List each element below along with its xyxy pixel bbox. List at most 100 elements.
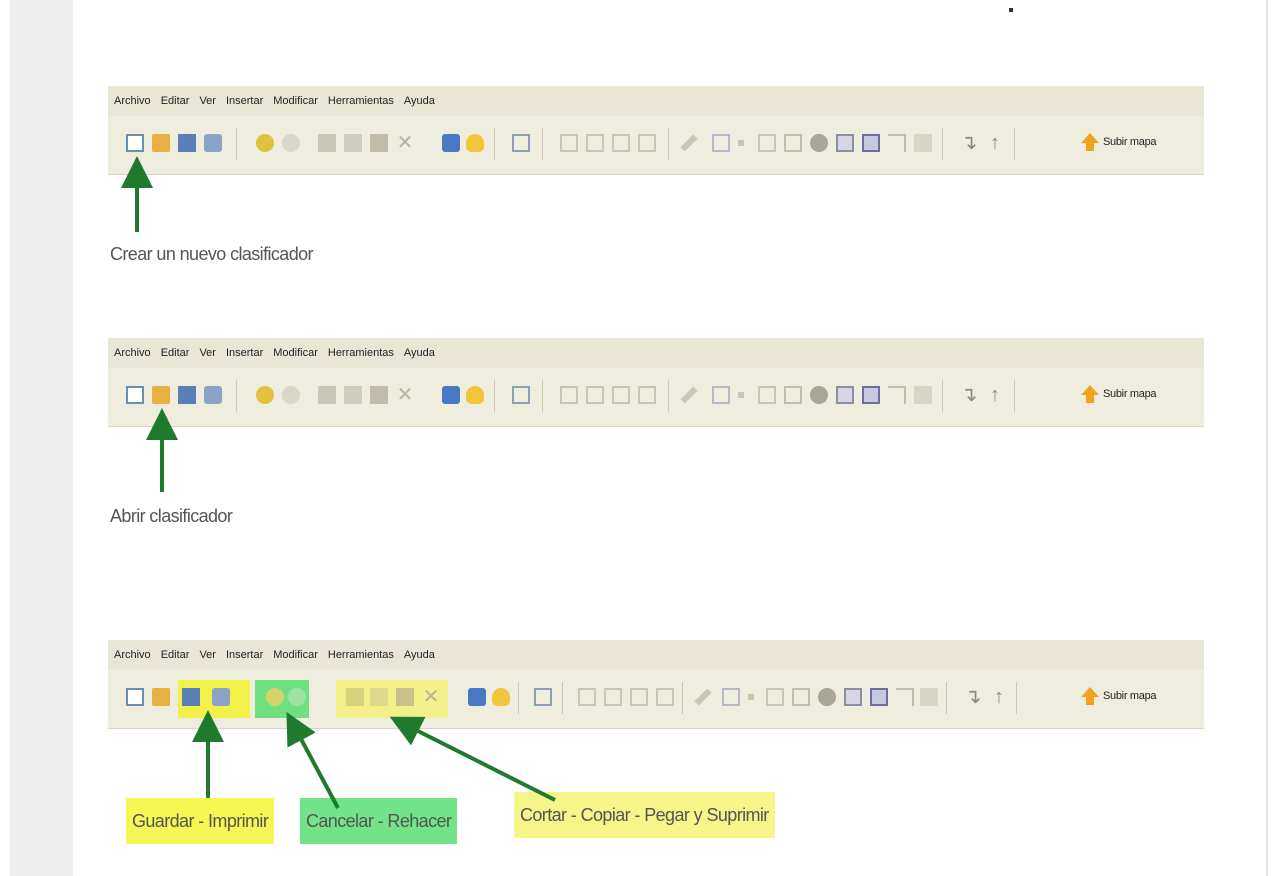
dot-icon[interactable] (738, 140, 744, 146)
new-icon[interactable] (126, 688, 144, 706)
copy-icon[interactable] (344, 386, 362, 404)
delete-icon[interactable]: ✕ (396, 385, 414, 405)
grid-icon[interactable] (844, 688, 862, 706)
image-icon[interactable] (534, 688, 552, 706)
dot-icon[interactable] (738, 392, 744, 398)
node-tree-icon[interactable] (638, 134, 656, 152)
menu-herramientas[interactable]: Herramientas (328, 347, 394, 359)
new-icon[interactable] (126, 386, 144, 404)
subir-mapa-button[interactable]: Subir mapa (1080, 384, 1157, 404)
cut-icon[interactable] (346, 688, 364, 706)
grid-icon[interactable] (836, 386, 854, 404)
list-icon[interactable] (870, 688, 888, 706)
node-branch-icon[interactable] (604, 688, 622, 706)
menu-ver[interactable]: Ver (199, 649, 216, 661)
menu-ayuda[interactable]: Ayuda (404, 95, 435, 107)
connect-icon[interactable] (888, 386, 906, 404)
cut-icon[interactable] (318, 386, 336, 404)
menu-editar[interactable]: Editar (161, 649, 190, 661)
subir-mapa-button[interactable]: Subir mapa (1080, 686, 1157, 706)
menu-ayuda[interactable]: Ayuda (404, 347, 435, 359)
new-icon[interactable] (126, 134, 144, 152)
picture-icon[interactable] (722, 688, 740, 706)
monitor-icon[interactable] (442, 134, 460, 152)
table-icon[interactable] (766, 688, 784, 706)
node-branch-icon[interactable] (586, 386, 604, 404)
menu-archivo[interactable]: Archivo (114, 95, 151, 107)
menu-insertar[interactable]: Insertar (226, 95, 263, 107)
pencil-icon[interactable] (694, 688, 712, 706)
globe-icon[interactable] (810, 386, 828, 404)
menu-editar[interactable]: Editar (161, 347, 190, 359)
node-tree-icon[interactable] (638, 386, 656, 404)
list-icon[interactable] (862, 134, 880, 152)
globe-icon[interactable] (818, 688, 836, 706)
arrow-down-icon[interactable]: ↴ (960, 385, 978, 405)
print-icon[interactable] (204, 386, 222, 404)
save-icon[interactable] (182, 688, 200, 706)
image-icon[interactable] (512, 386, 530, 404)
node-list-icon[interactable] (612, 134, 630, 152)
picture-icon[interactable] (712, 386, 730, 404)
note-icon[interactable] (792, 688, 810, 706)
monitor-icon[interactable] (442, 386, 460, 404)
menu-editar[interactable]: Editar (161, 95, 190, 107)
save-icon[interactable] (178, 386, 196, 404)
connect-icon[interactable] (896, 688, 914, 706)
copy-icon[interactable] (344, 134, 362, 152)
undo-icon[interactable] (256, 386, 274, 404)
save-icon[interactable] (178, 134, 196, 152)
node-icon[interactable] (560, 386, 578, 404)
pencil-icon[interactable] (680, 386, 698, 404)
lightbulb-icon[interactable] (492, 688, 510, 706)
node-tree-icon[interactable] (656, 688, 674, 706)
table-icon[interactable] (758, 386, 776, 404)
redo-icon[interactable] (288, 688, 306, 706)
arrow-down-icon[interactable]: ↴ (964, 687, 982, 707)
table-icon[interactable] (758, 134, 776, 152)
node-list-icon[interactable] (630, 688, 648, 706)
arrow-down-icon[interactable]: ↴ (960, 133, 978, 153)
open-folder-icon[interactable] (152, 386, 170, 404)
paste-icon[interactable] (370, 386, 388, 404)
node-icon[interactable] (560, 134, 578, 152)
menu-herramientas[interactable]: Herramientas (328, 95, 394, 107)
menu-insertar[interactable]: Insertar (226, 649, 263, 661)
paste-icon[interactable] (370, 134, 388, 152)
open-folder-icon[interactable] (152, 134, 170, 152)
lightbulb-icon[interactable] (466, 134, 484, 152)
node-icon[interactable] (578, 688, 596, 706)
globe-icon[interactable] (810, 134, 828, 152)
delete-icon[interactable]: ✕ (422, 687, 440, 707)
image-icon[interactable] (512, 134, 530, 152)
node-branch-icon[interactable] (586, 134, 604, 152)
menu-insertar[interactable]: Insertar (226, 347, 263, 359)
delete-icon[interactable]: ✕ (396, 133, 414, 153)
menu-modificar[interactable]: Modificar (273, 649, 318, 661)
menu-modificar[interactable]: Modificar (273, 347, 318, 359)
menu-modificar[interactable]: Modificar (273, 95, 318, 107)
print-icon[interactable] (212, 688, 230, 706)
undo-icon[interactable] (256, 134, 274, 152)
arrow-up-icon[interactable]: ↑ (990, 687, 1008, 707)
node-list-icon[interactable] (612, 386, 630, 404)
open-folder-icon[interactable] (152, 688, 170, 706)
subir-mapa-button[interactable]: Subir mapa (1080, 132, 1157, 152)
lightbulb-icon[interactable] (466, 386, 484, 404)
paste-icon[interactable] (396, 688, 414, 706)
menu-archivo[interactable]: Archivo (114, 649, 151, 661)
dot-icon[interactable] (748, 694, 754, 700)
note-icon[interactable] (784, 386, 802, 404)
close-small-icon[interactable] (914, 134, 932, 152)
arrow-up-icon[interactable]: ↑ (986, 385, 1004, 405)
menu-ver[interactable]: Ver (199, 347, 216, 359)
connect-icon[interactable] (888, 134, 906, 152)
cut-icon[interactable] (318, 134, 336, 152)
close-small-icon[interactable] (920, 688, 938, 706)
print-icon[interactable] (204, 134, 222, 152)
pencil-icon[interactable] (680, 134, 698, 152)
undo-icon[interactable] (266, 688, 284, 706)
menu-archivo[interactable]: Archivo (114, 347, 151, 359)
menu-ver[interactable]: Ver (199, 95, 216, 107)
close-small-icon[interactable] (914, 386, 932, 404)
